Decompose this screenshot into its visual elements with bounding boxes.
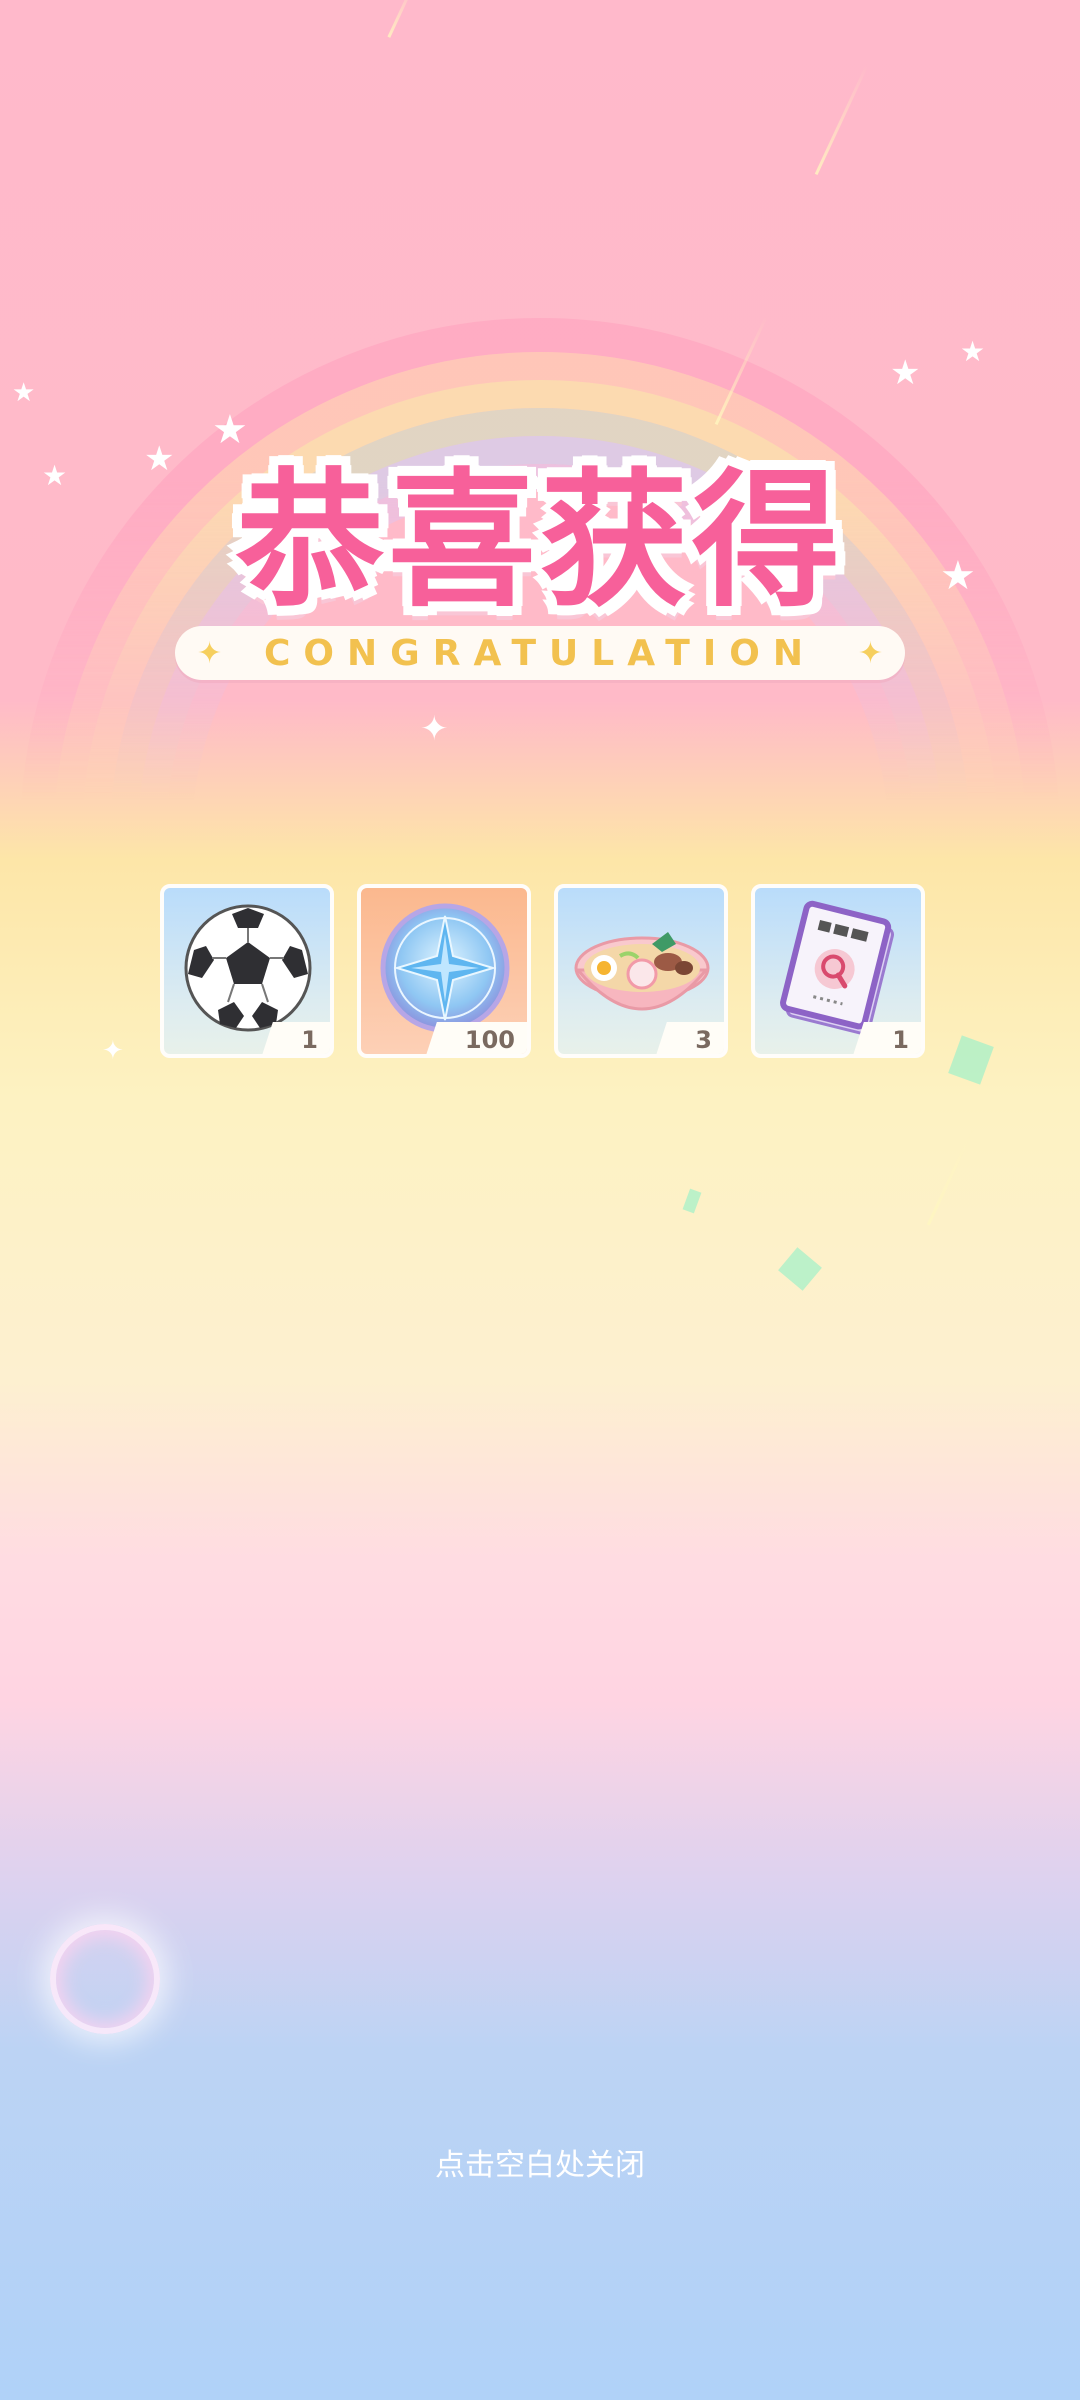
sparkle-icon: ✦ <box>857 636 883 671</box>
star-icon: ★ <box>12 378 36 408</box>
reward-count: 100 <box>440 1022 527 1054</box>
reward-count: 1 <box>277 1022 330 1054</box>
reward-item-magnifier-book[interactable]: 1 <box>751 884 925 1058</box>
sparkle-icon: ✦ <box>420 709 449 749</box>
confetti-piece <box>778 1247 822 1291</box>
sparkle-icon: ✦ <box>197 636 223 671</box>
magnifier-book-icon <box>780 900 895 1036</box>
confetti-piece <box>682 1188 702 1214</box>
congratulation-banner: ✦ CONGRATULATION ✦ <box>175 626 905 680</box>
star-icon: ★ <box>890 353 921 393</box>
ramen-bowl-icon <box>574 932 710 1011</box>
star-icon: ★ <box>960 335 986 368</box>
reward-count: 1 <box>868 1022 921 1054</box>
sparkle-icon: ✦ <box>102 1036 124 1066</box>
soccer-ball-icon <box>184 904 312 1032</box>
reward-list: 1 100 3 1 <box>160 884 928 1060</box>
star-coin-icon <box>380 903 510 1033</box>
reward-count: 3 <box>671 1022 724 1054</box>
congratulation-text: CONGRATULATION <box>264 632 816 674</box>
tap-to-close-hint[interactable]: 点击空白处关闭 <box>0 2140 1080 2184</box>
reward-title: 恭喜获得 <box>236 455 844 627</box>
falling-star-streak <box>926 1124 977 1226</box>
confetti-piece <box>948 1035 994 1085</box>
rainbow-decoration <box>0 0 1080 800</box>
reward-item-soccer-ball[interactable]: 1 <box>160 884 334 1058</box>
reward-item-ramen-bowl[interactable]: 3 <box>554 884 728 1058</box>
reward-item-star-coin[interactable]: 100 <box>357 884 531 1058</box>
glowing-ring-decoration <box>50 1924 160 2034</box>
